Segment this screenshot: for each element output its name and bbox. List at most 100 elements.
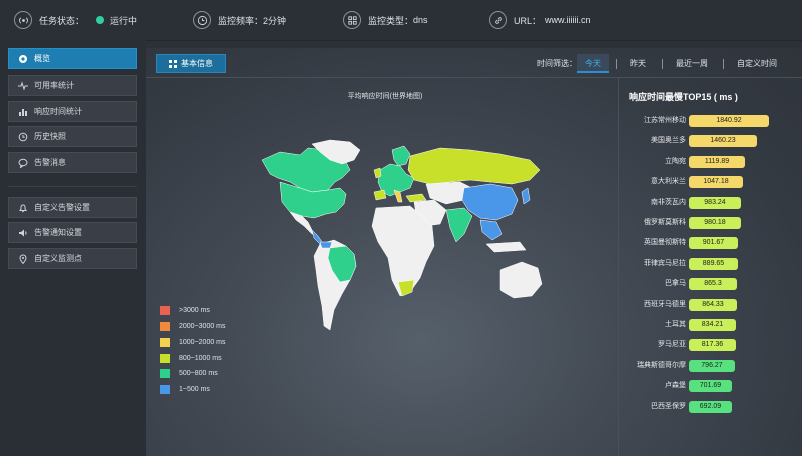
bar-chart-icon xyxy=(18,107,28,117)
top15-value-bar: 865.3 xyxy=(689,278,737,291)
basic-info-button[interactable]: 基本信息 xyxy=(156,54,226,73)
filter-divider xyxy=(662,59,663,69)
type-value: dns xyxy=(413,15,428,25)
top15-city: 土耳其 xyxy=(665,321,686,328)
top15-city: 罗马尼亚 xyxy=(658,341,686,349)
map-region-india xyxy=(445,207,473,243)
location-pin-icon xyxy=(18,254,28,264)
grid-icon xyxy=(343,11,361,29)
map-region-russia xyxy=(407,147,541,185)
top15-row: 巴西圣保罗 692.09 xyxy=(620,400,798,413)
bell-icon xyxy=(18,203,28,213)
sidebar-item-history[interactable]: 历史快照 xyxy=(8,126,137,147)
top15-city: 瑞典斯德哥尔摩 xyxy=(637,361,686,369)
top15-value-bar: 796.27 xyxy=(689,359,735,372)
map-region-japan xyxy=(521,187,531,205)
sidebar-item-monitor-points[interactable]: 自定义监测点 xyxy=(8,248,137,269)
legend-label: 2000~3000 ms xyxy=(179,322,226,330)
legend-label: 500~800 ms xyxy=(179,369,218,377)
sidebar-item-availability[interactable]: 可用率统计 xyxy=(8,75,137,96)
top15-value-bar: 817.36 xyxy=(689,339,736,352)
top15-city: 江苏常州移动 xyxy=(644,117,686,124)
sidebar-item-label: 响应时间统计 xyxy=(34,107,82,116)
top15-city: 英国曼彻斯特 xyxy=(644,239,686,247)
sidebar-item-custom-alert[interactable]: 自定义告警设置 xyxy=(8,197,137,218)
time-filter-week[interactable]: 最近一周 xyxy=(670,54,714,73)
legend-item[interactable]: 1~500 ms xyxy=(160,384,210,394)
message-icon xyxy=(18,158,28,168)
map-region-scandinavia xyxy=(391,145,411,167)
top15-value-bar: 1119.89 xyxy=(689,155,745,168)
top15-row: 瑞典斯德哥尔摩 796.27 xyxy=(620,359,798,372)
top15-value-bar: 901.67 xyxy=(689,237,738,250)
legend-swatch xyxy=(160,337,170,347)
time-filter-today[interactable]: 今天 xyxy=(577,54,609,73)
world-map[interactable] xyxy=(250,130,550,340)
sidebar-item-label: 自定义告警设置 xyxy=(34,203,90,212)
top15-city: 菲律宾马尼拉 xyxy=(644,259,686,267)
time-filter-yesterday[interactable]: 昨天 xyxy=(624,54,652,73)
top15-city: 卢森堡 xyxy=(665,382,686,390)
filter-divider xyxy=(616,59,617,69)
legend-item[interactable]: 1000~2000 ms xyxy=(160,337,226,347)
filter-divider xyxy=(723,59,724,69)
frequency-label: 监控频率： xyxy=(218,15,264,26)
monitor-url: URL： www.iiiiii.cn xyxy=(489,0,591,40)
broadcast-icon xyxy=(14,11,32,29)
top15-value-bar: 1047.18 xyxy=(689,176,743,189)
sidebar-item-label: 告警通知设置 xyxy=(34,228,82,237)
top15-row: 江苏常州移动 1840.92 xyxy=(620,115,798,127)
sidebar-item-notify[interactable]: 告警通知设置 xyxy=(8,222,137,243)
top15-row: 巴拿马 865.3 xyxy=(620,278,798,291)
top15-value-bar: 1460.23 xyxy=(689,135,757,148)
legend-swatch xyxy=(160,321,170,331)
legend-swatch xyxy=(160,305,170,315)
legend-item[interactable]: 500~800 ms xyxy=(160,368,218,378)
legend-item[interactable]: >3000 ms xyxy=(160,305,210,315)
top15-city: 意大利米兰 xyxy=(651,178,686,186)
top15-city: 西班牙马德里 xyxy=(644,300,686,308)
dashboard-icon xyxy=(18,54,28,64)
panel-divider xyxy=(618,78,619,456)
monitor-frequency: 监控频率： 2分钟 xyxy=(193,0,286,40)
top15-row: 卢森堡 701.69 xyxy=(620,380,798,393)
clock-icon xyxy=(193,11,211,29)
map-region-turkey xyxy=(405,193,427,203)
top15-value-bar: 889.65 xyxy=(689,257,738,270)
history-icon xyxy=(18,132,28,142)
top15-city: 巴西圣保罗 xyxy=(651,402,686,410)
top15-row: 美国奥兰多 1460.23 xyxy=(620,135,798,148)
legend-label: 800~1000 ms xyxy=(179,354,222,362)
sidebar-item-label: 可用率统计 xyxy=(34,81,74,90)
url-value: www.iiiiii.cn xyxy=(545,15,591,25)
sidebar-item-label: 概览 xyxy=(34,54,50,63)
map-region-uk xyxy=(373,167,382,179)
link-icon xyxy=(489,11,507,29)
top15-value-bar: 980.18 xyxy=(689,217,741,229)
sidebar-item-label: 历史快照 xyxy=(34,132,66,141)
map-region-venezuela xyxy=(319,241,333,249)
top15-value-bar: 701.69 xyxy=(689,380,732,393)
sidebar-item-response-time[interactable]: 响应时间统计 xyxy=(8,101,137,122)
speaker-icon xyxy=(18,228,28,238)
sidebar-item-overview[interactable]: 概览 xyxy=(8,48,137,69)
legend-label: 1~500 ms xyxy=(179,385,210,393)
sidebar-item-label: 自定义监测点 xyxy=(34,254,82,263)
top15-value-bar: 864.33 xyxy=(689,298,737,311)
legend-item[interactable]: 800~1000 ms xyxy=(160,353,222,363)
top15-row: 菲律宾马尼拉 889.65 xyxy=(620,257,798,270)
top15-city: 立陶宛 xyxy=(665,157,686,165)
sidebar-divider xyxy=(8,186,137,187)
frequency-value: 2分钟 xyxy=(263,15,287,26)
sidebar-item-alerts[interactable]: 告警消息 xyxy=(8,152,137,173)
top15-row: 南非茨瓦内 983.24 xyxy=(620,196,798,209)
time-filter-custom[interactable]: 自定义时间 xyxy=(732,54,782,73)
pulse-icon xyxy=(18,80,28,91)
map-region-australia xyxy=(499,261,543,299)
legend-swatch xyxy=(160,368,170,378)
legend-item[interactable]: 2000~3000 ms xyxy=(160,321,226,331)
top15-row: 英国曼彻斯特 901.67 xyxy=(620,237,798,250)
legend-label: >3000 ms xyxy=(179,306,210,314)
type-label: 监控类型： xyxy=(368,15,414,26)
grid-icon xyxy=(169,59,177,68)
